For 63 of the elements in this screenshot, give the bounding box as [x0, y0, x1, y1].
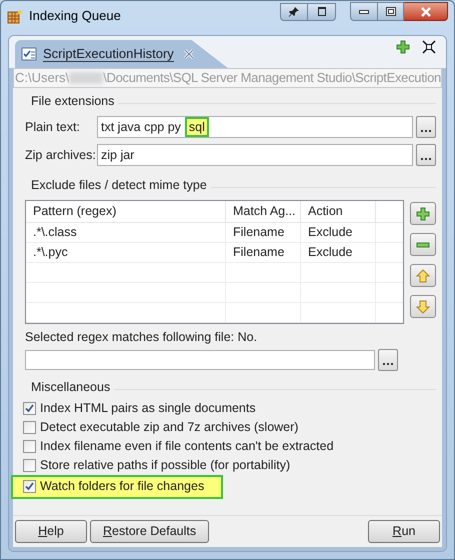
checkbox-label[interactable]: Store relative paths if possible (for portability): [40, 456, 290, 475]
checkbox[interactable]: [23, 440, 36, 453]
pin-icon: [289, 6, 299, 16]
minimize-button[interactable]: [350, 2, 378, 21]
plus-icon: [416, 206, 430, 220]
browse-button[interactable]: [378, 348, 398, 371]
checkbox[interactable]: [23, 420, 36, 434]
browse-button[interactable]: [416, 144, 436, 166]
table-cell-text: Exclude: [308, 224, 352, 242]
button[interactable]: Run: [368, 520, 440, 543]
close-button[interactable]: [404, 2, 448, 21]
checkbox-label[interactable]: Index filename even if file contents can't be extracted: [40, 436, 334, 456]
path-text: C:\Users\: [15, 69, 70, 87]
window-title: Indexing Queue: [29, 6, 121, 25]
text-field[interactable]: zip jar: [97, 144, 413, 166]
group-title: Miscellaneous: [31, 379, 110, 396]
table-cell-text: Exclude: [308, 244, 352, 262]
checklist-icon: [21, 46, 37, 62]
move-down-button[interactable]: [410, 295, 436, 318]
down-arrow-icon: [416, 300, 430, 314]
column-header[interactable]: Pattern (regex): [26, 201, 226, 222]
group-title: Exclude files / detect mime type: [31, 176, 207, 194]
app-icon: [7, 8, 23, 24]
file-field[interactable]: [25, 350, 375, 370]
path-text: \Documents\SQL Server Management Studio\ScriptExecution: [103, 69, 441, 87]
close-icon: [420, 6, 432, 16]
field-label: Plain text:: [25, 118, 81, 136]
minimize-icon: [359, 10, 369, 14]
maximize-icon[interactable]: [422, 40, 436, 54]
column-header[interactable]: Match Ag...: [226, 201, 301, 222]
checkbox[interactable]: [23, 458, 36, 472]
match-status-text: Selected regex matches following file: No.: [24, 329, 258, 346]
maximize-button[interactable]: [378, 2, 404, 21]
add-button[interactable]: [410, 202, 436, 225]
maximize-icon: [386, 7, 396, 16]
move-up-button[interactable]: [410, 264, 436, 287]
checkbox-label[interactable]: Detect executable zip and 7z archives (slower): [40, 418, 298, 437]
button[interactable]: Help: [15, 520, 87, 543]
ellipsis-icon: [383, 362, 393, 365]
table-cell-text: Filename: [233, 244, 284, 262]
field-label: Zip archives:: [25, 146, 97, 164]
checkbox[interactable]: [23, 402, 36, 415]
text-field[interactable]: txt java cpp py sql: [97, 116, 413, 138]
checkbox-label[interactable]: Watch folders for file changes: [40, 477, 204, 496]
redacted-text: [69, 72, 104, 84]
close-icon[interactable]: [184, 49, 194, 59]
add-icon[interactable]: [396, 40, 410, 54]
button[interactable]: Restore Defaults: [90, 520, 210, 543]
remove-button[interactable]: [410, 233, 436, 256]
tab[interactable]: ScriptExecutionHistory: [15, 40, 228, 68]
group-title: File extensions: [31, 92, 114, 110]
checkbox-label[interactable]: Index HTML pairs as single documents: [40, 398, 256, 418]
restore-icon: [318, 7, 326, 16]
highlighted-text: sql: [184, 117, 209, 137]
checkbox[interactable]: [23, 480, 36, 494]
browse-button[interactable]: [416, 116, 436, 138]
table-cell-text: Filename: [233, 224, 284, 242]
restore-button[interactable]: [308, 2, 336, 20]
column-header[interactable]: Action: [301, 201, 376, 222]
table-cell-text: .*\.class: [33, 224, 77, 242]
table-cell-text: .*\.pyc: [33, 244, 68, 262]
pin-button[interactable]: [280, 2, 308, 20]
up-arrow-icon: [416, 268, 430, 282]
